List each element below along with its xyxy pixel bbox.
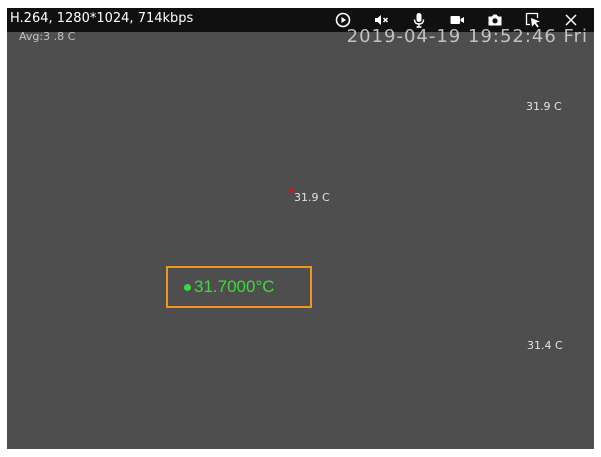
timestamp-overlay: 2019-04-19 19:52:46 Fri <box>346 26 588 47</box>
status-dot <box>184 283 191 291</box>
temperature-point-center: 31.9 C <box>294 191 330 204</box>
thermal-video-view[interactable]: H.264, 1280*1024, 714kbps Avg:3 .8 C 201… <box>7 8 594 449</box>
temperature-readout-value: 31.7000°C <box>194 277 275 296</box>
temperature-point-bottom-right: 31.4 C <box>527 339 563 352</box>
average-temperature-label: Avg:3 .8 C <box>19 30 76 43</box>
temperature-readout-box[interactable]: 31.7000°C <box>166 266 312 308</box>
codec-info: H.264, 1280*1024, 714kbps <box>10 11 194 26</box>
temperature-point-top-right: 31.9 C <box>526 100 562 113</box>
